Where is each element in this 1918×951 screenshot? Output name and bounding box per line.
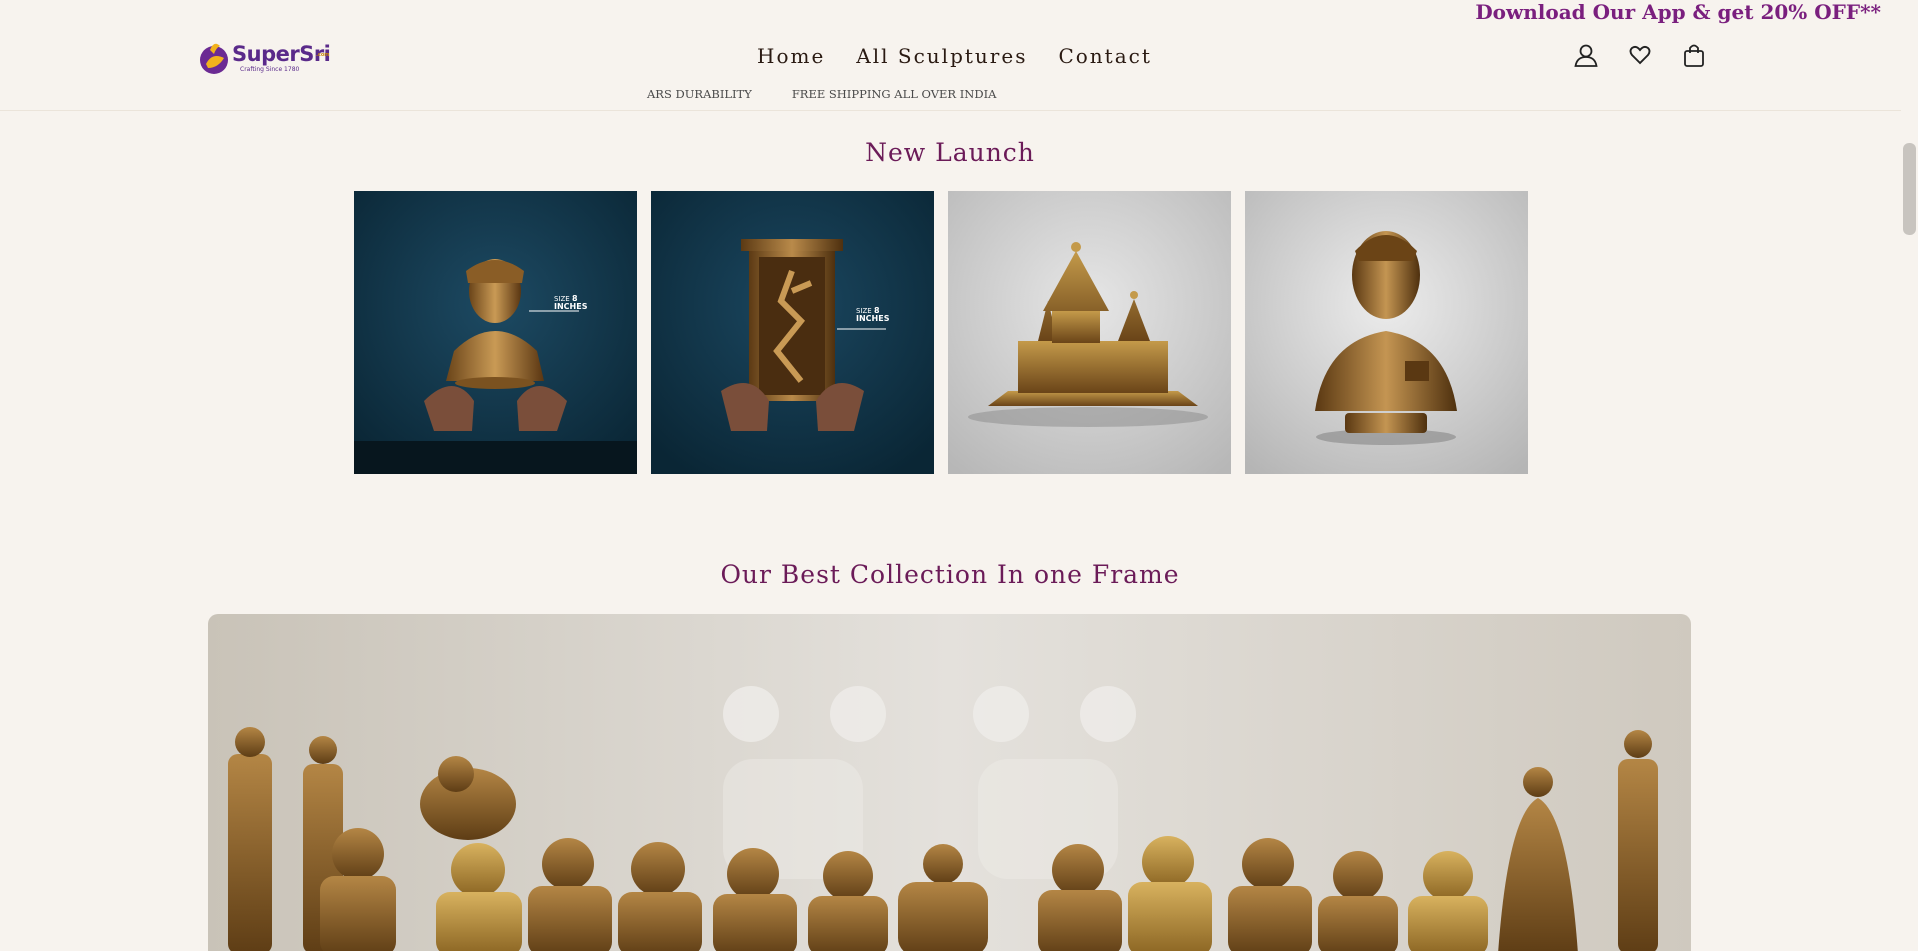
product-card-relief[interactable]: SIZE 8 INCHES <box>651 191 934 474</box>
ticker-item: FREE SHIPPING ALL OVER INDIA <box>791 87 997 101</box>
leader-bust-image <box>1245 191 1528 474</box>
nav-contact[interactable]: Contact <box>1058 44 1151 68</box>
header-icons <box>1573 42 1707 68</box>
product-card-bust[interactable]: SIZE 8 INCHES <box>354 191 637 474</box>
relief-panel-image <box>651 191 934 474</box>
collection-title: Our Best Collection In one Frame <box>720 560 1180 589</box>
nav-home[interactable]: Home <box>757 44 825 68</box>
cart-bag-icon[interactable] <box>1681 42 1707 68</box>
ticker-item: ARS DURABILITY <box>647 87 752 101</box>
logo-globe-icon <box>200 43 228 74</box>
account-icon[interactable] <box>1573 42 1599 68</box>
collection-sculptures-image <box>208 614 1691 951</box>
product-card-leader-bust[interactable] <box>1245 191 1528 474</box>
temple-sculpture-image <box>948 191 1231 474</box>
site-logo[interactable]: SuperSri .com Crafting Since 1780 <box>196 38 334 78</box>
bust-sculpture-image <box>354 191 637 474</box>
size-label: SIZE 8 INCHES <box>554 294 588 311</box>
size-label: SIZE 8 INCHES <box>856 306 890 323</box>
header-divider <box>0 110 1918 111</box>
logo-tagline: Crafting Since 1780 <box>240 66 300 73</box>
logo-domain: .com <box>316 52 330 58</box>
page-scrollbar[interactable] <box>1901 0 1918 951</box>
new-launch-grid: SIZE 8 INCHES SIZE 8 INCHES <box>354 191 1528 474</box>
announcement-ticker: ARS DURABILITY FREE SHIPPING ALL OVER IN… <box>647 87 996 101</box>
nav-all-sculptures[interactable]: All Sculptures <box>856 44 1027 68</box>
wishlist-heart-icon[interactable] <box>1627 42 1653 68</box>
main-nav: Home All Sculptures Contact <box>757 44 1152 68</box>
scrollbar-thumb[interactable] <box>1903 143 1916 235</box>
promo-banner[interactable]: Download Our App & get 20% OFF** <box>1475 0 1881 24</box>
collection-frame-banner[interactable] <box>208 614 1691 951</box>
product-card-temple[interactable] <box>948 191 1231 474</box>
new-launch-title: New Launch <box>865 138 1035 167</box>
